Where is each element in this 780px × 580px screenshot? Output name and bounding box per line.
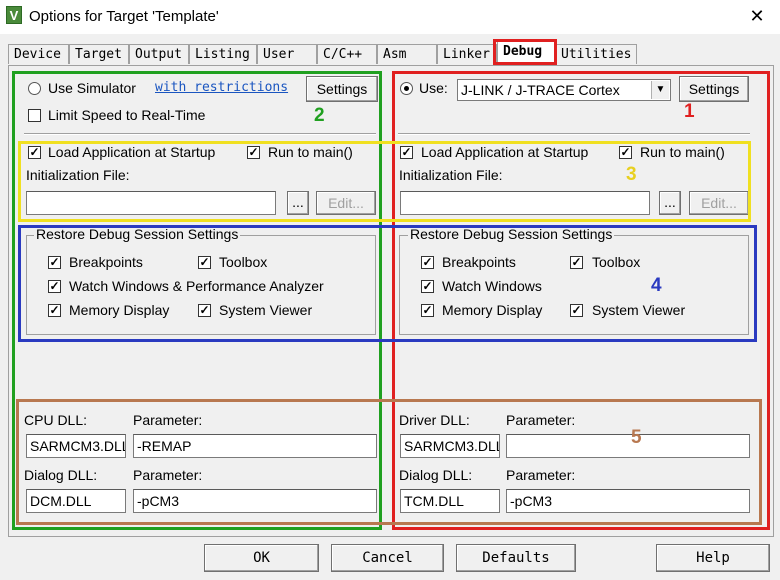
debugger-settings-button[interactable]: Settings — [679, 76, 749, 102]
right-init-file-label: Initialization File: — [399, 167, 503, 183]
use-label: Use: — [419, 80, 448, 96]
left-watch-windows-label: Watch Windows & Performance Analyzer — [69, 278, 324, 294]
right-watch-windows-checkbox[interactable]: ✓ — [421, 280, 434, 293]
cpu-dll-label: CPU DLL: — [24, 412, 88, 428]
right-breakpoints-label: Breakpoints — [442, 254, 516, 270]
tab-linker[interactable]: Linker — [437, 44, 497, 64]
right-memory-display-label: Memory Display — [442, 302, 543, 318]
driver-parameter-input[interactable] — [506, 434, 750, 458]
right-run-to-main-checkbox[interactable]: ✓ — [619, 146, 632, 159]
defaults-button[interactable]: Defaults — [456, 544, 576, 572]
tab-debug[interactable]: Debug — [497, 41, 555, 65]
right-browse-button[interactable]: ... — [659, 191, 681, 215]
annotation-number-5: 5 — [631, 427, 642, 448]
left-watch-windows-checkbox[interactable]: ✓ — [48, 280, 61, 293]
right-parameter-label: Parameter: — [506, 412, 576, 428]
tab-listing[interactable]: Listing — [189, 44, 257, 64]
driver-dll-label: Driver DLL: — [399, 412, 470, 428]
left-load-app-checkbox[interactable]: ✓ — [28, 146, 41, 159]
right-edit-button[interactable]: Edit... — [689, 191, 749, 215]
close-icon[interactable]: ✕ — [742, 4, 772, 28]
right-watch-windows-label: Watch Windows — [442, 278, 542, 294]
right-dialog-parameter-label: Parameter: — [506, 467, 576, 483]
right-toolbox-label: Toolbox — [592, 254, 641, 270]
right-system-viewer-label: System Viewer — [592, 302, 686, 318]
left-dialog-dll-input[interactable]: DCM.DLL — [26, 489, 126, 513]
right-dialog-dll-label: Dialog DLL: — [399, 467, 473, 483]
right-dialog-parameter-input[interactable]: -pCM3 — [506, 489, 750, 513]
left-init-file-label: Initialization File: — [26, 167, 130, 183]
left-toolbox-checkbox[interactable]: ✓ — [198, 256, 211, 269]
annotation-number-2: 2 — [314, 105, 325, 126]
right-restore-title: Restore Debug Session Settings — [408, 226, 615, 242]
left-breakpoints-checkbox[interactable]: ✓ — [48, 256, 61, 269]
with-restrictions-link[interactable]: with restrictions — [155, 80, 288, 95]
debugger-select[interactable]: J-LINK / J-TRACE Cortex ▼ — [457, 79, 671, 101]
debugger-select-value: J-LINK / J-TRACE Cortex — [461, 82, 620, 98]
right-init-file-input[interactable] — [400, 191, 650, 215]
right-run-to-main-label: Run to main() — [640, 144, 725, 160]
left-system-viewer-checkbox[interactable]: ✓ — [198, 304, 211, 317]
limit-speed-checkbox[interactable] — [28, 109, 41, 122]
use-simulator-label: Use Simulator — [48, 80, 136, 96]
right-load-app-label: Load Application at Startup — [421, 144, 589, 160]
left-dialog-parameter-label: Parameter: — [133, 467, 203, 483]
cpu-parameter-input[interactable]: -REMAP — [133, 434, 377, 458]
left-memory-display-label: Memory Display — [69, 302, 170, 318]
right-memory-display-checkbox[interactable]: ✓ — [421, 304, 434, 317]
app-icon: V — [6, 6, 22, 24]
tab-device[interactable]: Device — [8, 44, 69, 64]
annotation-number-3: 3 — [626, 164, 637, 185]
annotation-number-1: 1 — [684, 101, 695, 122]
use-debugger-radio[interactable] — [400, 82, 413, 95]
driver-dll-input[interactable]: SARMCM3.DLL — [400, 434, 500, 458]
right-breakpoints-checkbox[interactable]: ✓ — [421, 256, 434, 269]
left-system-viewer-label: System Viewer — [219, 302, 313, 318]
simulator-settings-button[interactable]: Settings — [306, 76, 378, 102]
right-system-viewer-checkbox[interactable]: ✓ — [570, 304, 583, 317]
left-run-to-main-label: Run to main() — [268, 144, 353, 160]
left-divider — [24, 133, 376, 135]
right-load-app-checkbox[interactable]: ✓ — [400, 146, 413, 159]
left-restore-title: Restore Debug Session Settings — [34, 226, 241, 242]
right-toolbox-checkbox[interactable]: ✓ — [570, 256, 583, 269]
left-breakpoints-label: Breakpoints — [69, 254, 143, 270]
window-title: Options for Target 'Template' — [29, 8, 219, 25]
left-browse-button[interactable]: ... — [287, 191, 309, 215]
left-dialog-parameter-input[interactable]: -pCM3 — [133, 489, 377, 513]
left-init-file-input[interactable] — [26, 191, 276, 215]
left-load-app-label: Load Application at Startup — [48, 144, 216, 160]
tab-asm[interactable]: Asm — [377, 44, 437, 64]
left-toolbox-label: Toolbox — [219, 254, 268, 270]
right-divider — [398, 133, 750, 135]
tab-c-cpp[interactable]: C/C++ — [317, 44, 377, 64]
cancel-button[interactable]: Cancel — [331, 544, 444, 572]
left-run-to-main-checkbox[interactable]: ✓ — [247, 146, 260, 159]
tab-output[interactable]: Output — [129, 44, 189, 64]
cpu-dll-input[interactable]: SARMCM3.DLL — [26, 434, 126, 458]
tab-user[interactable]: User — [257, 44, 317, 64]
chevron-down-icon[interactable]: ▼ — [651, 81, 669, 99]
annotation-number-4: 4 — [651, 275, 662, 296]
ok-button[interactable]: OK — [204, 544, 319, 572]
left-dialog-dll-label: Dialog DLL: — [24, 467, 98, 483]
use-simulator-radio[interactable] — [28, 82, 41, 95]
limit-speed-label: Limit Speed to Real-Time — [48, 107, 206, 123]
tab-utilities[interactable]: Utilities — [555, 44, 637, 64]
help-button[interactable]: Help — [656, 544, 770, 572]
right-dialog-dll-input[interactable]: TCM.DLL — [400, 489, 500, 513]
left-parameter-label: Parameter: — [133, 412, 203, 428]
tab-target[interactable]: Target — [69, 44, 129, 64]
left-edit-button[interactable]: Edit... — [316, 191, 376, 215]
left-memory-display-checkbox[interactable]: ✓ — [48, 304, 61, 317]
